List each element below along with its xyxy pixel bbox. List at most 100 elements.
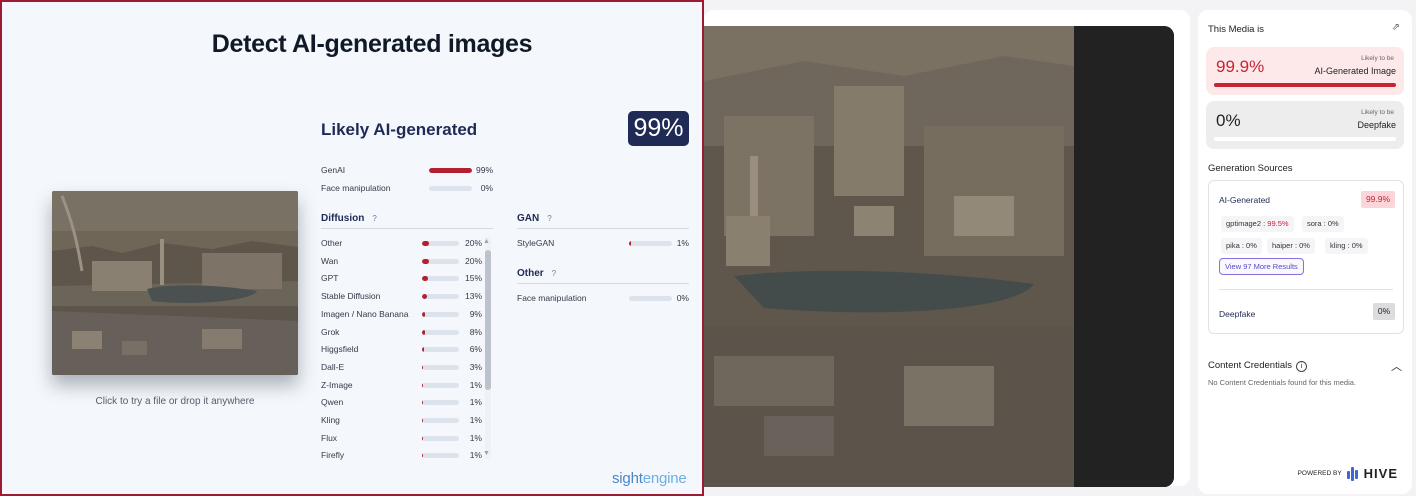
section-other-heading: Other? <box>517 268 556 279</box>
result-row-label: Grok <box>321 326 340 337</box>
result-row-percent: 6% <box>469 344 482 355</box>
result-row-percent: 8% <box>469 326 482 337</box>
result-row-percent: 1% <box>469 415 482 425</box>
section-gan-heading: GAN? <box>517 213 552 224</box>
result-row-bar-fill <box>422 311 426 317</box>
result-row-percent: 1% <box>469 450 482 461</box>
result-row-bar-fill <box>629 241 631 246</box>
chip-name: haiper <box>1272 241 1293 250</box>
result-row-percent: 0% <box>480 183 493 193</box>
hive-logo-icon <box>1346 466 1359 481</box>
result-row: Firefly 1% <box>321 450 483 462</box>
result-row: Kling 1% <box>321 415 483 427</box>
result-row: GPT 15% <box>321 273 483 285</box>
generation-sources-title: Generation Sources <box>1208 163 1293 174</box>
source-chip: kling : 0% <box>1325 238 1368 254</box>
screenshot-root: Detect AI-generated images Click to try … <box>0 0 1416 496</box>
source-chip: sora : 0% <box>1302 216 1344 232</box>
deepfake-likely-label: Likely to be <box>1361 109 1394 116</box>
result-row-percent: 1% <box>469 432 482 443</box>
scroll-down-arrow-icon[interactable]: ▼ <box>483 450 490 457</box>
score-badge: 99% <box>628 111 689 146</box>
gan-heading-label: GAN <box>517 213 540 224</box>
result-row-label: Higgsfield <box>321 344 359 355</box>
result-row-percent: 9% <box>469 308 482 319</box>
result-row-bar-fill <box>422 400 424 406</box>
result-row-percent: 3% <box>469 361 482 372</box>
result-row: Imagen / Nano Banana 9% <box>321 309 483 321</box>
result-row: StyleGAN 1% <box>517 238 692 250</box>
deepfake-source-label: Deepfake <box>1219 309 1256 319</box>
result-row-bar-fill <box>422 435 424 441</box>
ai-score-fill <box>1214 83 1396 87</box>
hive-wordmark: HIVE <box>1363 466 1398 481</box>
result-row-bar-fill <box>422 364 424 370</box>
info-icon[interactable]: i <box>1295 361 1307 372</box>
result-row-bar-fill <box>422 418 424 423</box>
result-row-label: Imagen / Nano Banana <box>321 308 409 319</box>
divider <box>517 283 689 284</box>
result-row-bar-fill <box>422 329 425 335</box>
result-row-bar-fill <box>422 241 430 246</box>
result-row-label: Other <box>321 238 343 248</box>
help-icon[interactable]: ? <box>547 214 551 223</box>
result-row: Face manipulation 0% <box>321 183 496 195</box>
source-chip: gptimage2 : 99.5% <box>1221 216 1294 232</box>
section-diffusion-heading: Diffusion? <box>321 213 377 224</box>
gen-ai-value: 99.9% <box>1361 191 1395 208</box>
result-row-label: Z-Image <box>321 379 353 390</box>
result-row-bar-fill <box>422 276 428 282</box>
result-row-label: GenAI <box>321 165 346 175</box>
result-row-label: Wan <box>321 255 339 266</box>
result-row-percent: 20% <box>464 255 482 266</box>
chip-value: 0% <box>1299 241 1310 250</box>
result-row: Dall-E 3% <box>321 362 483 374</box>
chip-value: 99.5% <box>1267 219 1289 228</box>
generation-sources-box: AI-Generated 99.9% gptimage2 : 99.5% sor… <box>1208 180 1404 334</box>
chip-value: 0% <box>1246 241 1257 250</box>
deepfake-source-value: 0% <box>1373 303 1395 320</box>
scroll-up-arrow-icon[interactable]: ▲ <box>483 238 490 245</box>
result-row-percent: 20% <box>464 238 482 248</box>
powered-by-label: POWERED BY <box>1297 470 1342 477</box>
result-row-bar-fill <box>422 347 425 353</box>
media-preview-card <box>704 10 1190 487</box>
ai-likely-label: Likely to be <box>1361 55 1394 62</box>
brand-part-a: sight <box>612 470 643 487</box>
letterbox-bar <box>1074 26 1174 487</box>
result-row-label: GPT <box>321 273 339 284</box>
result-row-bar-fill <box>422 258 430 264</box>
result-row-label: Stable Diffusion <box>321 291 381 302</box>
scrollbar-thumb[interactable] <box>485 250 491 390</box>
chevron-up-icon[interactable]: ︿ <box>1391 358 1402 374</box>
media-verdict-title: This Media is <box>1208 24 1264 35</box>
result-row: Z-Image 1% <box>321 380 483 392</box>
powered-by-hive[interactable]: POWERED BY HIVE <box>1298 466 1398 481</box>
help-icon[interactable]: ? <box>552 269 556 278</box>
result-row-percent: 15% <box>464 273 482 284</box>
result-row: Grok 8% <box>321 327 483 339</box>
sightengine-logo[interactable]: sightengine <box>612 470 687 487</box>
chip-value: 0% <box>1351 241 1363 250</box>
result-row: Qwen 1% <box>321 397 483 409</box>
result-row-label: Kling <box>321 415 340 425</box>
result-row-label: Dall-E <box>321 361 345 372</box>
external-link-icon[interactable]: ⇗ <box>1392 22 1400 33</box>
view-more-results-button[interactable]: View 97 More Results <box>1219 258 1304 275</box>
media-preview-image <box>704 26 1174 487</box>
divider <box>1219 289 1393 290</box>
chip-name: sora <box>1307 219 1322 228</box>
result-row-label: Flux <box>321 432 338 443</box>
result-row: Higgsfield 6% <box>321 344 483 356</box>
result-row: Wan 20% <box>321 256 483 268</box>
deepfake-card: 0% Likely to be Deepfake <box>1206 101 1404 149</box>
result-row: GenAI 99% <box>321 165 496 177</box>
content-credentials-title[interactable]: Content Credentials i <box>1208 360 1307 372</box>
content-credentials-text: No Content Credentials found for this me… <box>1208 378 1356 387</box>
result-row-percent: 99% <box>475 165 493 175</box>
deepfake-kind-label: Deepfake <box>1357 120 1396 130</box>
result-row-label: StyleGAN <box>517 238 555 248</box>
ai-kind-label: AI-Generated Image <box>1314 66 1396 76</box>
help-icon[interactable]: ? <box>372 214 376 223</box>
uploaded-image-thumbnail[interactable] <box>52 191 298 375</box>
